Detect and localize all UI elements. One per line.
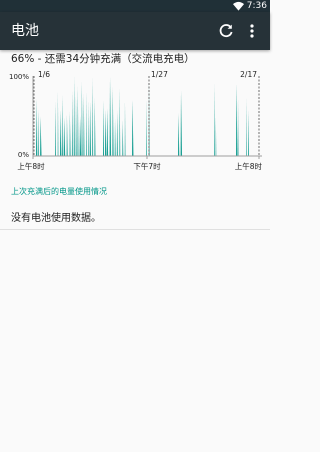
charge-spike (59, 109, 62, 156)
refresh-icon (219, 24, 233, 38)
charge-spike (37, 109, 39, 156)
status-time: 7:36 (246, 1, 267, 11)
charge-spike (146, 99, 147, 156)
charge-spike (124, 100, 126, 156)
charge-spike (83, 93, 85, 156)
charge-spike (106, 108, 109, 156)
charge-spike (104, 109, 107, 156)
charge-spike (116, 110, 118, 156)
charge-spike (214, 83, 215, 156)
page-title: 电池 (11, 23, 39, 39)
charge-spike (248, 109, 249, 156)
charge-spike (92, 77, 94, 156)
charge-spike (94, 98, 96, 156)
charge-spike (180, 90, 183, 156)
charge-spike (215, 116, 217, 156)
charge-spike (81, 81, 83, 156)
date-marker-label: 2/17 (240, 70, 257, 79)
charge-spike (103, 100, 105, 156)
charge-spike (109, 77, 112, 156)
charge-spike (79, 116, 82, 156)
wifi-icon (233, 1, 244, 11)
charge-spike (178, 113, 180, 156)
status-bar: 7:36 (0, 0, 270, 12)
battery-history-chart: 100% 0% 1/6 1/27 2/17 上午8时 下午7时 上午8时 (9, 70, 263, 171)
date-marker-label: 1/27 (151, 70, 168, 79)
x-tick-label: 上午8时 (17, 161, 45, 171)
battery-screen: 7:36 电池 66% - 还需34分钟充满（交流电充电） 100% 0% 1/6 1… (0, 0, 270, 452)
charge-spike (119, 87, 121, 156)
charge-spike (236, 83, 238, 156)
charge-spike (40, 116, 42, 156)
y-tick-label: 0% (18, 151, 29, 159)
refresh-button[interactable] (214, 19, 238, 43)
more-vert-icon (250, 24, 254, 38)
y-tick-label: 100% (9, 73, 29, 81)
x-tick-label: 上午8时 (235, 161, 263, 171)
charge-spike (89, 101, 91, 156)
charge-spike (55, 101, 56, 156)
charge-spike (63, 117, 66, 156)
charge-spike (57, 91, 59, 156)
x-tick-label: 下午7时 (133, 161, 161, 171)
charge-spike (246, 98, 247, 156)
charge-spike (114, 118, 116, 156)
charge-spike (75, 95, 77, 156)
divider (0, 229, 270, 230)
charge-spike (66, 114, 68, 156)
charge-spike (36, 98, 38, 156)
app-bar: 电池 (0, 12, 270, 50)
charge-spike (86, 91, 87, 156)
charge-spike (73, 76, 75, 156)
charge-spike (77, 85, 79, 156)
usage-section-header: 上次充满后的电量使用情况 (11, 187, 107, 196)
more-options-button[interactable] (240, 19, 264, 43)
charge-spike (88, 100, 89, 156)
charge-spike (71, 90, 73, 156)
charge-spike (122, 119, 124, 156)
date-marker-label: 1/6 (38, 70, 50, 79)
charge-spike (61, 95, 63, 156)
charge-spike (237, 98, 239, 156)
empty-usage-message: 没有电池使用数据。 (11, 213, 101, 224)
charge-spike (69, 111, 71, 156)
battery-summary: 66% - 还需34分钟充满（交流电充电） (11, 53, 195, 65)
charge-spike (132, 99, 134, 156)
charge-spike (112, 87, 114, 156)
